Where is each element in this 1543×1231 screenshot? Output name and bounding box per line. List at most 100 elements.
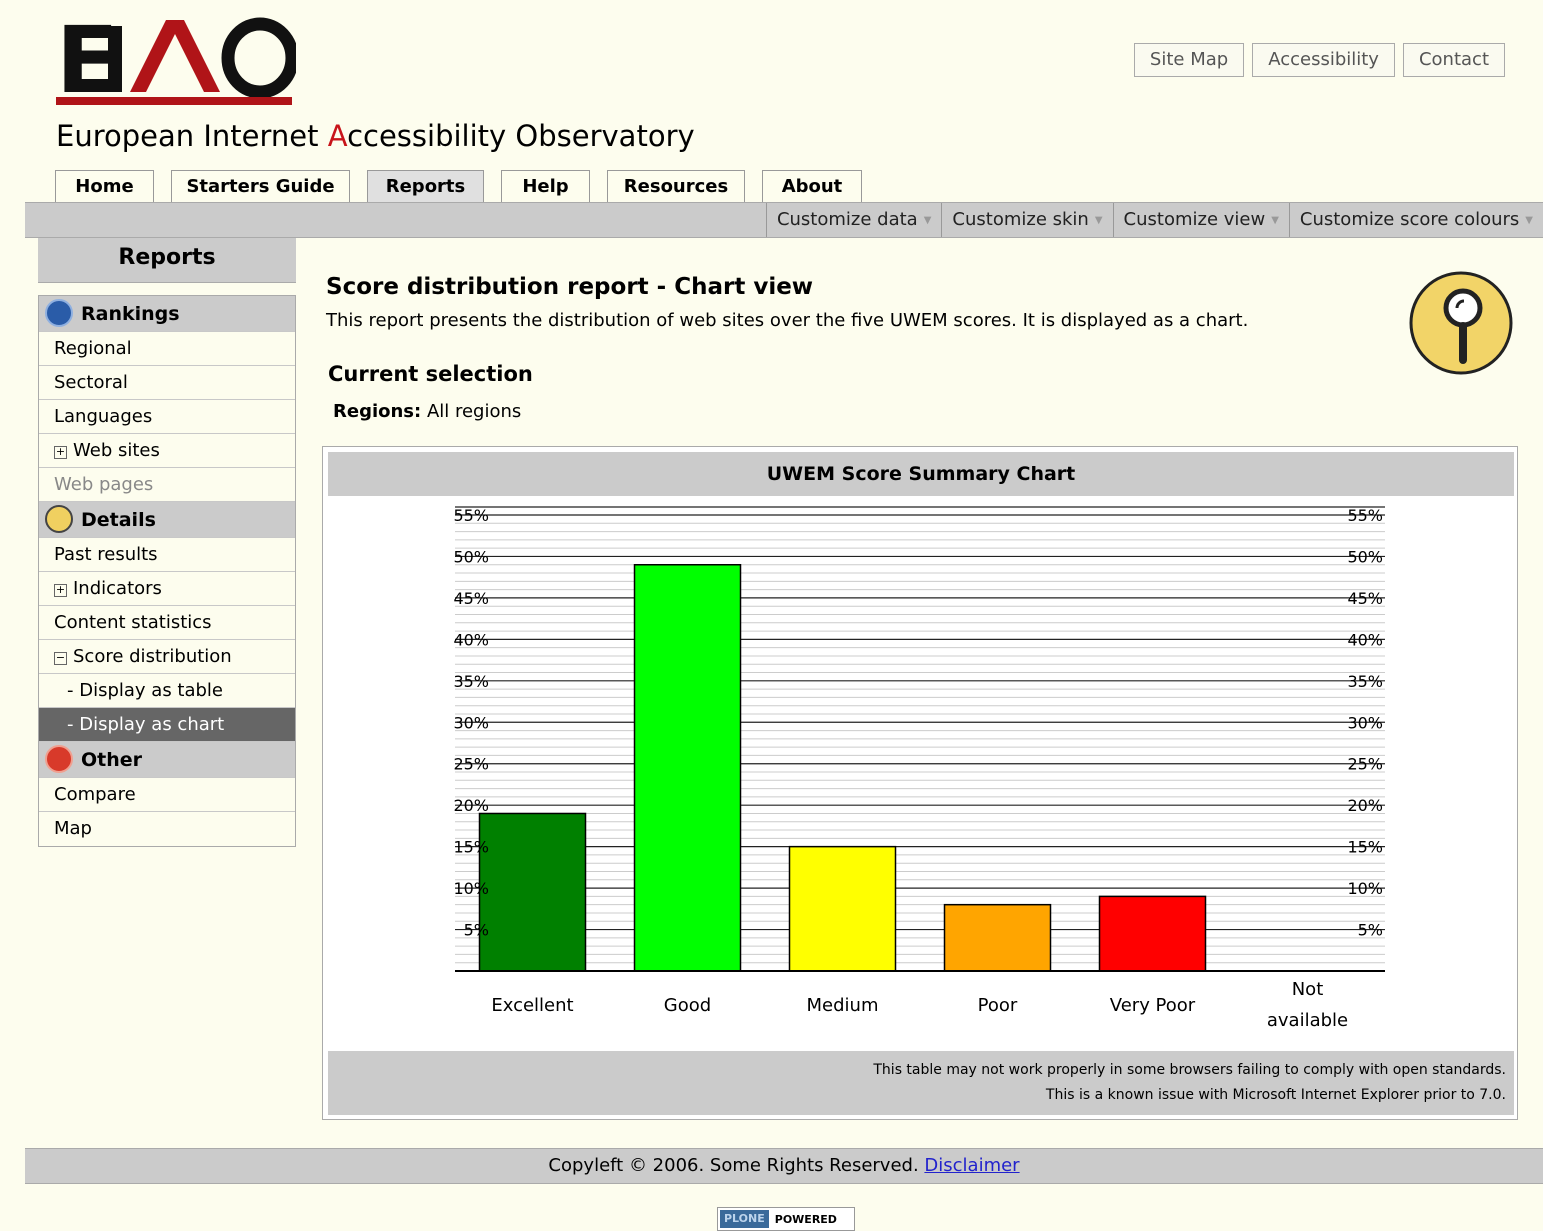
chevron-down-icon: ▼	[923, 215, 932, 226]
x-tick-label: Medium	[807, 995, 879, 1016]
page-description: This report presents the distribution of…	[326, 310, 1249, 331]
site-title-part: ccessibility Observatory	[347, 119, 695, 153]
accessibility-link[interactable]: Accessibility	[1252, 43, 1395, 77]
y-tick-label: 10%	[453, 879, 489, 898]
y-tick-label-right: 35%	[1347, 672, 1383, 691]
plone-logo-text: PLONE	[720, 1210, 769, 1228]
y-tick-label: 20%	[453, 796, 489, 815]
eiao-logo[interactable]: E	[56, 7, 299, 114]
customize-view-label: Customize view	[1123, 209, 1266, 230]
sidebar-item-display-chart[interactable]: - Display as chart	[39, 708, 295, 742]
customize-skin-label: Customize skin	[952, 209, 1089, 230]
chart-note-line: This is a known issue with Microsoft Int…	[1045, 1087, 1506, 1103]
chart-note-line: This table may not work properly in some…	[873, 1062, 1506, 1078]
sidebar-item-compare[interactable]: Compare	[39, 778, 295, 812]
y-tick-label-right: 10%	[1347, 879, 1383, 898]
y-tick-label: 35%	[453, 672, 489, 691]
lifebuoy-icon	[45, 744, 73, 773]
sidebar-item-map[interactable]: Map	[39, 812, 295, 846]
x-tick-label: Not	[1292, 979, 1324, 1000]
sidebar-item-label: Web sites	[73, 440, 160, 461]
sidebar-item-display-table[interactable]: - Display as table	[39, 674, 295, 708]
globe-icon	[45, 298, 73, 327]
chart-note: This table may not work properly in some…	[328, 1051, 1514, 1115]
customize-view-menu[interactable]: Customize view ▼	[1112, 203, 1289, 237]
x-tick-label: Good	[664, 995, 711, 1016]
tab-about[interactable]: About	[762, 170, 862, 202]
sidebar-item-sectoral[interactable]: Sectoral	[39, 366, 295, 400]
customize-score-colours-label: Customize score colours	[1299, 209, 1520, 230]
y-tick-label-right: 55%	[1347, 506, 1383, 525]
plone-powered-badge[interactable]: PLONE POWERED	[717, 1207, 855, 1231]
y-tick-label: 55%	[453, 506, 489, 525]
sidebar-section-rankings: Rankings	[39, 296, 295, 332]
regions-value: All regions	[421, 401, 522, 422]
bar	[478, 812, 587, 972]
site-actions: Site Map Accessibility Contact	[1133, 43, 1505, 77]
chevron-down-icon: ▼	[1525, 215, 1533, 226]
disclaimer-link[interactable]: Disclaimer	[924, 1155, 1019, 1176]
tab-help[interactable]: Help	[501, 170, 590, 202]
expand-icon[interactable]: +	[54, 584, 67, 597]
copyright-text: Copyleft © 2006. Some Rights Reserved.	[548, 1155, 925, 1176]
sidebar-item-content-statistics[interactable]: Content statistics	[39, 606, 295, 640]
sidebar-item-languages[interactable]: Languages	[39, 400, 295, 434]
bar	[788, 845, 897, 972]
sidebar-section-details: Details	[39, 502, 295, 538]
y-tick-label-right: 40%	[1347, 630, 1383, 649]
site-map-link[interactable]: Site Map	[1133, 43, 1245, 77]
tab-resources[interactable]: Resources	[607, 170, 745, 202]
sidebar-heading: Reports	[38, 238, 296, 283]
tab-reports[interactable]: Reports	[367, 170, 484, 204]
section-label: Other	[81, 749, 143, 771]
logo-graphic: E	[56, 7, 299, 114]
y-tick-label: 40%	[453, 630, 489, 649]
bar	[1098, 895, 1207, 972]
expand-icon[interactable]: +	[54, 446, 67, 459]
y-tick-label-right: 50%	[1347, 547, 1383, 566]
chart-panel: UWEM Score Summary Chart 5% 5% 10% 10% 15% 15…	[322, 446, 1518, 1120]
sidebar: Rankings Regional Sectoral Languages + We…	[38, 295, 296, 847]
y-tick-label: 30%	[453, 713, 489, 732]
magnifier-icon	[1408, 270, 1514, 376]
sidebar-section-other: Other	[39, 742, 295, 778]
collapse-icon[interactable]: −	[54, 652, 67, 665]
sidebar-item-regional[interactable]: Regional	[39, 332, 295, 366]
tab-starters-guide[interactable]: Starters Guide	[171, 170, 350, 202]
chevron-down-icon: ▼	[1271, 215, 1279, 226]
current-selection-heading: Current selection	[328, 362, 533, 386]
sidebar-item-web-sites[interactable]: + Web sites	[39, 434, 295, 468]
section-label: Details	[81, 509, 156, 531]
sidebar-item-indicators[interactable]: + Indicators	[39, 572, 295, 606]
y-tick-label: 15%	[453, 838, 489, 857]
bar	[943, 903, 1052, 972]
customize-menu: Customize data ▼ Customize skin ▼ Customiz…	[765, 203, 1543, 237]
section-label: Rankings	[81, 303, 180, 325]
customize-data-menu[interactable]: Customize data ▼	[765, 203, 941, 237]
customize-skin-menu[interactable]: Customize skin ▼	[941, 203, 1112, 237]
y-tick-label-right: 45%	[1347, 589, 1383, 608]
customize-score-colours-menu[interactable]: Customize score colours ▼	[1288, 203, 1543, 237]
y-tick-label-right: 15%	[1347, 838, 1383, 857]
logo-text: E	[56, 14, 113, 110]
magnifier-icon	[45, 504, 73, 533]
powered-text: POWERED	[774, 1212, 837, 1226]
bar	[633, 563, 742, 972]
y-tick-label: 50%	[453, 547, 489, 566]
y-tick-label-right: 5%	[1358, 921, 1383, 940]
sidebar-item-label: Indicators	[73, 578, 162, 599]
bar-chart: 5% 5% 10% 10% 15% 15% 20% 20% 25% 25% 30% 30% 35% 35%…	[453, 506, 1385, 1031]
site-title-part: European Internet	[56, 119, 328, 153]
sidebar-item-score-distribution[interactable]: − Score distribution	[39, 640, 295, 674]
x-tick-label: Excellent	[491, 995, 573, 1016]
page-title: Score distribution report - Chart view	[326, 274, 814, 300]
regions-label: Regions:	[333, 401, 422, 422]
contact-link[interactable]: Contact	[1402, 43, 1505, 77]
sidebar-item-past-results[interactable]: Past results	[39, 538, 295, 572]
site-title: European Internet Accessibility Observat…	[56, 118, 695, 154]
tab-home[interactable]: Home	[55, 170, 154, 202]
chevron-down-icon: ▼	[1094, 215, 1103, 226]
customize-data-label: Customize data	[776, 209, 918, 230]
y-tick-label-right: 25%	[1347, 755, 1383, 774]
footer: Copyleft © 2006. Some Rights Reserved. D…	[25, 1148, 1543, 1184]
